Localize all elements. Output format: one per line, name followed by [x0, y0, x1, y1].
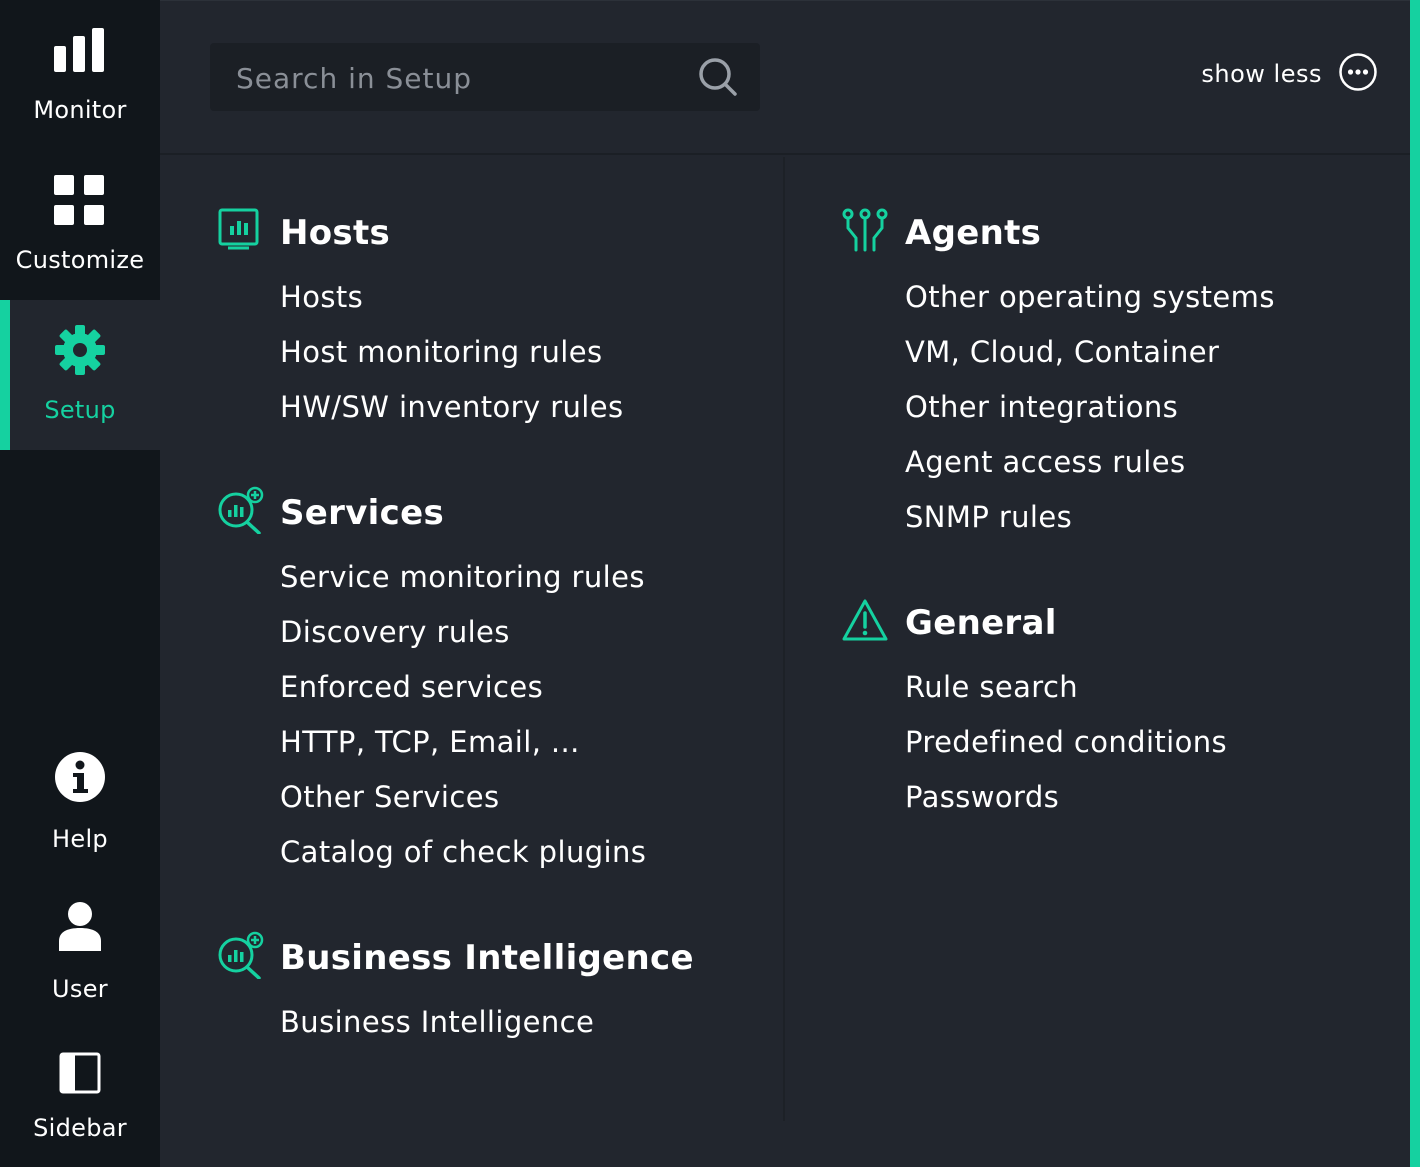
- nav-user-label: User: [52, 975, 108, 1003]
- agents-circuit-icon: [841, 208, 889, 256]
- search-icon[interactable]: [698, 57, 738, 101]
- nav-help[interactable]: Help: [0, 727, 160, 877]
- link-business-intelligence[interactable]: Business Intelligence: [280, 1005, 594, 1039]
- link-agent-access-rules[interactable]: Agent access rules: [905, 445, 1186, 479]
- setup-search-input[interactable]: [210, 43, 708, 113]
- main-navigation: Monitor Customize Setup Help User Sideba…: [0, 0, 160, 1167]
- link-service-monitoring-rules[interactable]: Service monitoring rules: [280, 560, 645, 594]
- link-other-integrations[interactable]: Other integrations: [905, 390, 1178, 424]
- section-title-agents: Agents: [905, 213, 1042, 253]
- link-other-services[interactable]: Other Services: [280, 780, 499, 814]
- link-other-operating-systems[interactable]: Other operating systems: [905, 280, 1275, 314]
- section-title-business-intelligence: Business Intelligence: [280, 938, 694, 978]
- setup-menu-panel: show less Hosts Hosts Host monitoring ru…: [160, 0, 1410, 1167]
- sidebar-toggle-icon: [0, 1052, 160, 1094]
- hosts-monitor-icon: [218, 208, 260, 254]
- show-less-label: show less: [1201, 60, 1322, 88]
- nav-sidebar-label: Sidebar: [33, 1114, 127, 1142]
- nav-monitor[interactable]: Monitor: [0, 0, 160, 150]
- nav-customize[interactable]: Customize: [0, 150, 160, 300]
- link-snmp-rules[interactable]: SNMP rules: [905, 500, 1072, 534]
- link-enforced-services[interactable]: Enforced services: [280, 670, 543, 704]
- user-icon: [0, 901, 160, 953]
- header-divider: [160, 153, 1410, 155]
- link-host-monitoring-rules[interactable]: Host monitoring rules: [280, 335, 603, 369]
- link-discovery-rules[interactable]: Discovery rules: [280, 615, 510, 649]
- grid-icon: [0, 175, 160, 227]
- link-rule-search[interactable]: Rule search: [905, 670, 1078, 704]
- nav-user[interactable]: User: [0, 877, 160, 1027]
- nav-help-label: Help: [52, 825, 108, 853]
- column-divider: [783, 157, 785, 1121]
- section-title-hosts: Hosts: [280, 213, 391, 253]
- info-icon: [0, 751, 160, 803]
- bar-chart-icon: [0, 28, 160, 74]
- window-accent-border: [1410, 0, 1420, 1167]
- more-options-icon[interactable]: [1338, 52, 1378, 96]
- section-title-services: Services: [280, 493, 444, 533]
- link-vm-cloud-container[interactable]: VM, Cloud, Container: [905, 335, 1219, 369]
- link-passwords[interactable]: Passwords: [905, 780, 1059, 814]
- nav-customize-label: Customize: [15, 246, 145, 274]
- nav-setup[interactable]: Setup: [0, 300, 160, 450]
- bi-analytics-icon: [216, 931, 264, 983]
- link-http-tcp-email[interactable]: HTTP, TCP, Email, ...: [280, 725, 580, 759]
- nav-sidebar[interactable]: Sidebar: [0, 1017, 160, 1167]
- nav-monitor-label: Monitor: [33, 96, 127, 124]
- section-title-general: General: [905, 603, 1057, 643]
- link-predefined-conditions[interactable]: Predefined conditions: [905, 725, 1227, 759]
- show-less-toggle[interactable]: show less: [1201, 51, 1378, 97]
- gear-icon: [0, 324, 160, 376]
- link-hosts[interactable]: Hosts: [280, 280, 363, 314]
- link-hw-sw-inventory-rules[interactable]: HW/SW inventory rules: [280, 390, 624, 424]
- link-catalog-check-plugins[interactable]: Catalog of check plugins: [280, 835, 646, 869]
- services-analytics-icon: [216, 486, 264, 538]
- setup-search-box: [210, 43, 760, 113]
- warning-triangle-icon: [841, 598, 889, 646]
- nav-setup-label: Setup: [44, 396, 116, 424]
